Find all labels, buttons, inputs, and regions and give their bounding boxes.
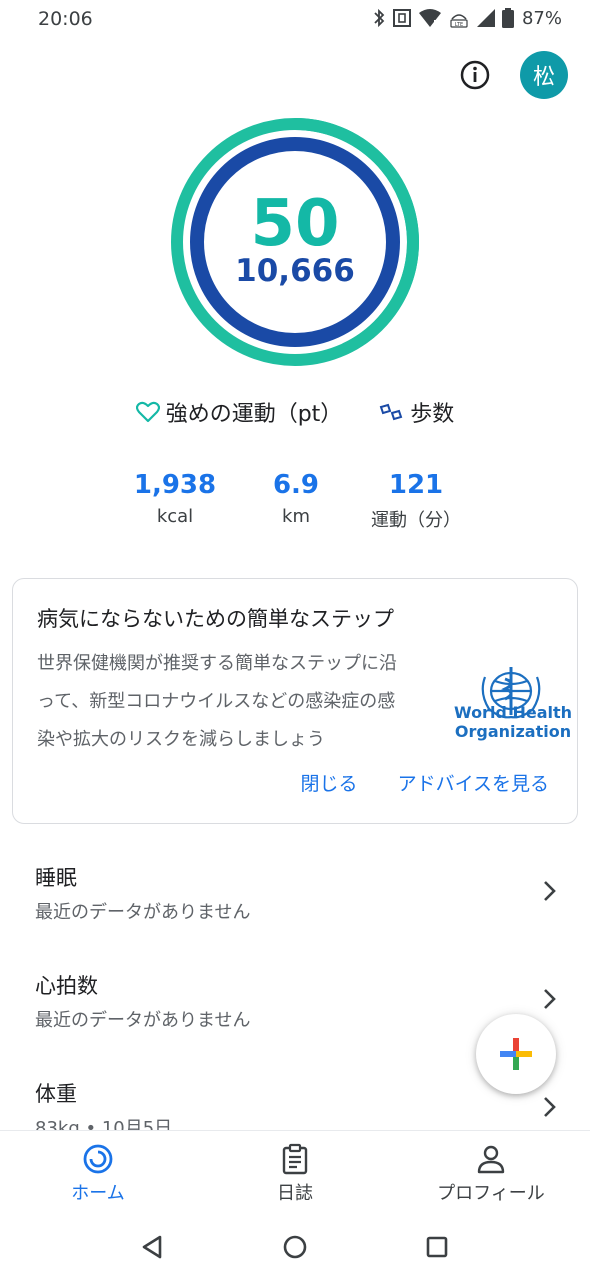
home-rings-icon [83,1144,113,1174]
info-button[interactable] [458,58,492,92]
legend-steps-label: 歩数 [410,402,455,427]
nav-profile[interactable]: プロフィール [411,1143,571,1205]
person-icon [477,1145,505,1174]
add-activity-fab[interactable] [476,1014,556,1094]
battery-icon [501,8,514,28]
home-circle-icon[interactable] [280,1232,310,1262]
legend-heart-points[interactable]: 強めの運動（pt） [135,396,343,428]
heart-points-value: 50 [250,187,340,261]
recents-square-icon[interactable] [422,1232,452,1262]
card-body-line: って、新型コロナウイルスなどの感染症の感 [37,691,396,712]
clipboard-icon [282,1143,308,1175]
nfc-icon [392,9,411,27]
stat-distance-label: km [282,506,310,527]
list-item-subtitle: 最近のデータがありません [35,902,251,923]
chevron-right-icon [544,881,556,901]
nav-journal-label: 日誌 [277,1183,313,1204]
stat-move-minutes-label: 運動（分） [371,510,461,531]
signal-icon [476,9,495,27]
nav-journal[interactable]: 日誌 [215,1143,375,1205]
list-item-title: 心拍数 [35,974,98,998]
stat-distance-value: 6.9 [272,470,320,500]
stat-distance: 6.9 km [226,470,366,527]
back-icon[interactable] [138,1232,168,1262]
list-item-title: 体重 [35,1082,77,1106]
list-item-subtitle: 最近のデータがありません [35,1010,251,1031]
rings-legend: 強めの運動（pt） 歩数 [0,396,590,428]
activity-rings[interactable]: 50 10,666 [165,112,425,372]
card-body-line: 世界保健機関が推奨する簡単なステップに沿 [37,653,397,674]
nav-home-label: ホーム [71,1183,125,1204]
card-body-line: 染や拡大のリスクを減らしましょう [37,729,325,750]
nav-profile-label: プロフィール [437,1183,545,1204]
legend-steps[interactable]: 歩数 [378,396,454,428]
who-wordmark: World Health Organization [453,703,573,741]
footsteps-icon [380,403,403,421]
card-body: 世界保健機関が推奨する簡単なステップに沿 って、新型コロナウイルスなどの感染症の… [37,645,447,759]
stat-calories: 1,938 kcal [105,470,245,527]
status-icons: LTE 87% [372,6,562,30]
list-item-sleep[interactable]: 睡眠 最近のデータがありません [0,862,590,970]
info-icon [460,60,490,90]
card-actions: 閉じる アドバイスを見る [301,769,549,796]
heart-icon [135,401,160,423]
svg-text:LTE: LTE [455,22,463,28]
volte-icon: LTE [450,14,468,28]
steps-value: 10,666 [235,253,355,289]
list-item-title: 睡眠 [35,866,77,890]
who-wordmark-line1: World Health [453,703,573,722]
nav-home[interactable]: ホーム [18,1143,178,1205]
system-navigation-bar [0,1212,590,1280]
status-bar: 20:06 LTE 87% [0,0,590,38]
wifi-icon [418,9,441,27]
who-tips-card: 病気にならないための簡単なステップ 世界保健機関が推奨する簡単なステップに沿 っ… [12,578,578,824]
chevron-right-icon [544,1097,556,1117]
stat-calories-value: 1,938 [133,470,217,500]
card-title: 病気にならないための簡単なステップ [37,607,394,631]
avatar-initial: 松 [532,65,555,90]
legend-heart-points-label: 強めの運動（pt） [165,402,343,427]
dismiss-button[interactable]: 閉じる [301,769,358,796]
stat-move-minutes-value: 121 [388,470,444,500]
bottom-navigation: ホーム 日誌 プロフィール [0,1130,590,1212]
stat-calories-label: kcal [156,506,194,527]
bluetooth-icon [374,8,385,28]
avatar[interactable]: 松 [520,51,568,99]
status-time: 20:06 [38,8,93,30]
view-advice-button[interactable]: アドバイスを見る [398,769,549,796]
plus-icon [500,1038,532,1070]
battery-level: 87% [521,7,562,29]
chevron-right-icon [544,989,556,1009]
stat-move-minutes: 121 運動（分） [346,470,486,532]
who-wordmark-line2: Organization [454,722,572,741]
